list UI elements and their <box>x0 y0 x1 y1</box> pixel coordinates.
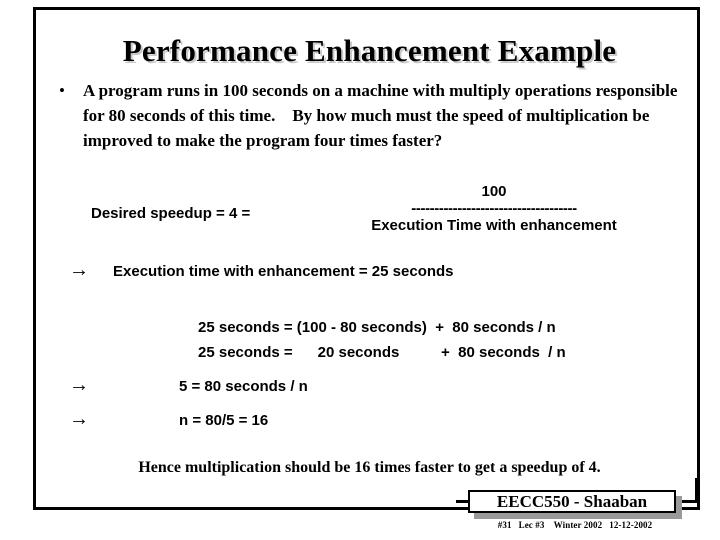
right-arrow-icon: → <box>69 408 89 430</box>
derivation-step-execution-time: → Execution time with enhancement = 25 s… <box>69 259 454 283</box>
badge-tab-left <box>456 500 468 503</box>
badge-tab-right-riser <box>695 478 698 503</box>
bullet-list: • A program runs in 100 seconds on a mac… <box>59 78 689 153</box>
derivation-step-text: n = 80/5 = 16 <box>179 412 269 429</box>
right-arrow-icon: → <box>69 374 89 396</box>
desired-speedup-label: Desired speedup = 4 = <box>91 205 251 222</box>
course-badge-label: EECC550 - Shaaban <box>496 492 648 511</box>
derivation-step-five: → 5 = 80 seconds / n <box>69 374 308 398</box>
presentation-slide: Performance Enhancement Example • A prog… <box>0 0 720 540</box>
calculation-line: 25 seconds = 20 seconds + 80 seconds / n <box>198 344 566 361</box>
conclusion-text: Hence multiplication should be 16 times … <box>138 459 601 476</box>
right-arrow-icon: → <box>69 259 89 281</box>
fraction-bar: ------------------------------------ <box>411 202 577 215</box>
desired-speedup-equation: Desired speedup = 4 = 100 --------------… <box>36 182 703 248</box>
bullet-item-text: A program runs in 100 seconds on a machi… <box>83 81 682 150</box>
list-item: • A program runs in 100 seconds on a mac… <box>59 78 689 153</box>
calculation-line: 25 seconds = (100 - 80 seconds) + 80 sec… <box>198 319 556 336</box>
fraction-denominator: Execution Time with enhancement <box>371 217 617 234</box>
bullet-point-icon: • <box>59 81 65 100</box>
fraction: 100 ------------------------------------… <box>314 182 674 236</box>
derivation-step-text: 5 = 80 seconds / n <box>179 378 308 395</box>
derivation-step-text: Execution time with enhancement = 25 sec… <box>113 263 454 280</box>
badge-box: EECC550 - Shaaban <box>468 490 676 513</box>
slide-footer-meta: #31 Lec #3 Winter 2002 12-12-2002 <box>497 520 653 530</box>
course-badge: EECC550 - Shaaban <box>456 478 698 519</box>
slide-title: Performance Enhancement Example <box>122 33 617 68</box>
fraction-numerator: 100 <box>481 183 507 200</box>
derivation-step-n: → n = 80/5 = 16 <box>69 408 268 432</box>
slide-frame: Performance Enhancement Example • A prog… <box>33 7 700 510</box>
